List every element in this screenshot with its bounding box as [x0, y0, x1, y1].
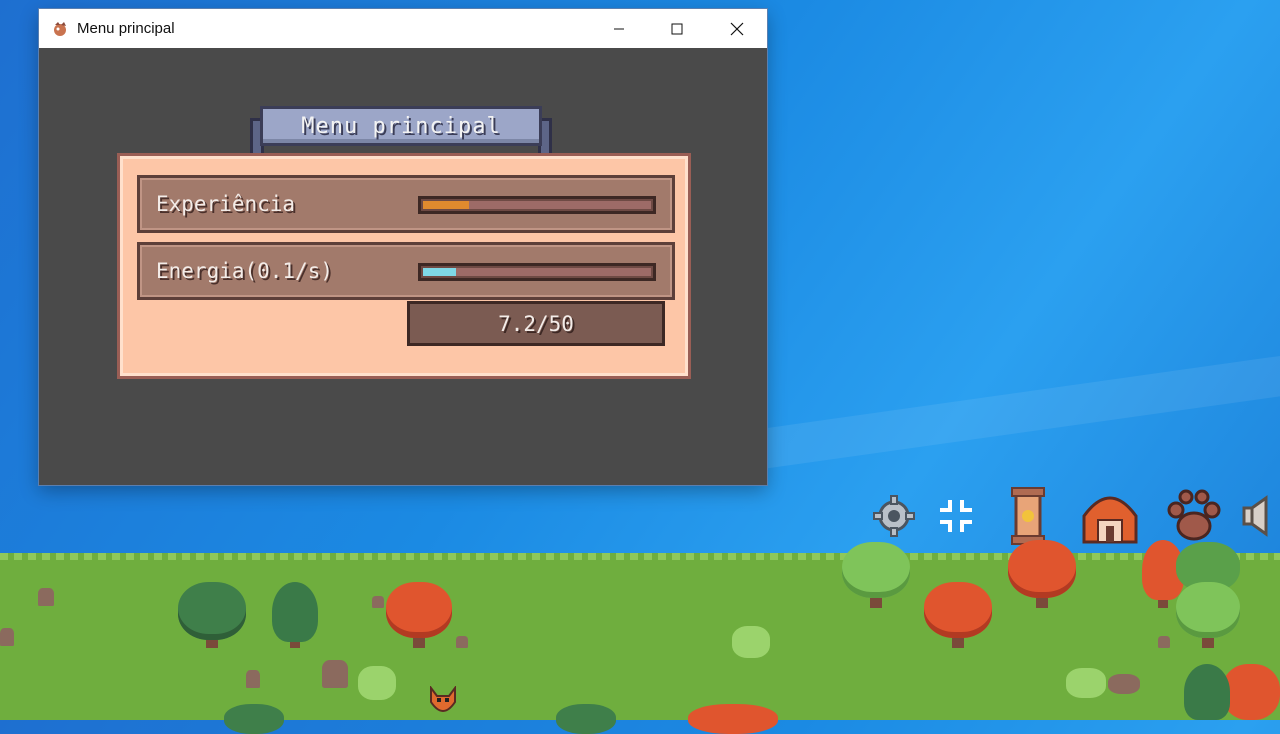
green-tree	[178, 582, 246, 654]
rock	[456, 636, 468, 648]
rock	[246, 670, 260, 688]
house-icon[interactable]	[1078, 484, 1142, 548]
energy-bar-fill	[423, 268, 456, 276]
red-tree	[688, 704, 778, 734]
tree-stump	[1108, 674, 1140, 694]
stats-panel: Experiência Energia(0.1/s) 7.2/50	[117, 153, 691, 379]
gear-icon[interactable]	[862, 484, 926, 548]
app-window: Menu principal Menu principal Experiênci…	[39, 9, 767, 485]
desktop-light-beam	[760, 331, 1280, 469]
bush	[732, 626, 770, 658]
light-green-tree	[1176, 542, 1240, 652]
fullscreen-icon[interactable]	[924, 484, 988, 548]
red-tree	[924, 582, 992, 652]
paw-icon[interactable]	[1162, 484, 1226, 548]
energy-row: Energia(0.1/s)	[137, 242, 675, 300]
rock	[1158, 636, 1170, 648]
experience-row: Experiência	[137, 175, 675, 233]
maximize-icon	[671, 23, 683, 34]
pine-tree	[272, 582, 318, 654]
red-tree	[1008, 540, 1076, 612]
red-tree	[386, 582, 452, 652]
window-title: Menu principal	[77, 20, 175, 37]
green-tree	[224, 704, 284, 734]
rock	[0, 628, 14, 646]
red-tree	[1222, 664, 1280, 720]
fox-character	[428, 685, 458, 720]
minimize-icon	[614, 28, 624, 29]
minimize-button[interactable]	[590, 9, 648, 48]
rock	[38, 588, 54, 606]
energy-bar	[418, 263, 656, 281]
energy-bar-track	[423, 268, 651, 276]
maximize-button[interactable]	[648, 9, 706, 48]
app-icon	[51, 20, 69, 38]
speaker-icon[interactable]	[1240, 484, 1280, 548]
experience-bar	[418, 196, 656, 214]
energy-label: Energia(0.1/s)	[156, 259, 334, 283]
close-button[interactable]	[708, 9, 766, 48]
rock	[372, 596, 384, 608]
close-icon	[730, 22, 744, 35]
bush	[358, 666, 396, 700]
bush	[1066, 668, 1106, 698]
banner-title: Menu principal	[301, 113, 501, 139]
menu-banner: Menu principal	[250, 106, 552, 158]
green-tree	[556, 704, 616, 734]
energy-counter: 7.2/50	[407, 301, 665, 346]
pine-tree	[1184, 664, 1230, 720]
experience-label: Experiência	[156, 192, 296, 216]
scroll-icon[interactable]	[996, 484, 1060, 548]
experience-bar-fill	[423, 201, 469, 209]
rock	[322, 660, 348, 688]
title-bar[interactable]: Menu principal	[39, 9, 767, 48]
light-green-tree	[842, 542, 910, 612]
